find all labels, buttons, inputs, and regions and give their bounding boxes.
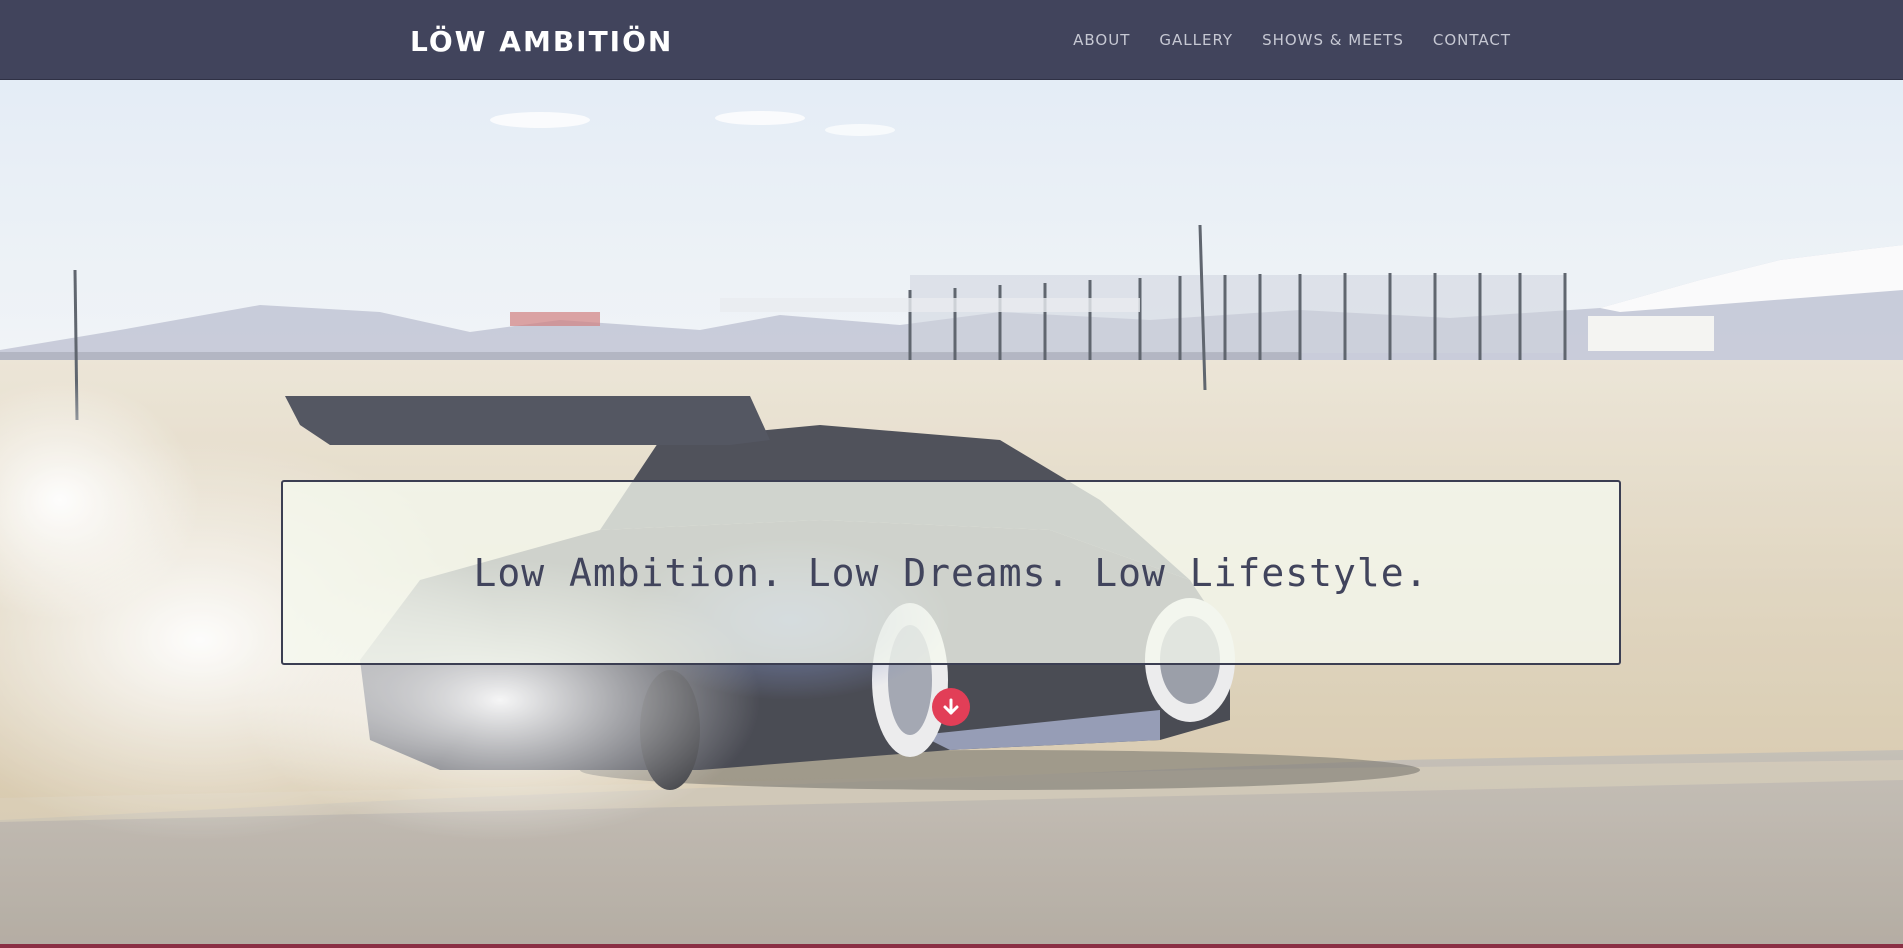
hero-tagline: Low Ambition. Low Dreams. Low Lifestyle. bbox=[473, 550, 1429, 595]
tagline-panel: Low Ambition. Low Dreams. Low Lifestyle. bbox=[281, 480, 1621, 665]
nav-contact[interactable]: CONTACT bbox=[1433, 29, 1511, 51]
main-nav: ABOUT GALLERY SHOWS & MEETS CONTACT bbox=[1073, 29, 1511, 51]
scroll-down-button[interactable] bbox=[932, 688, 970, 726]
bottom-accent-strip bbox=[0, 944, 1903, 948]
nav-about[interactable]: ABOUT bbox=[1073, 29, 1130, 51]
nav-shows-meets[interactable]: SHOWS & MEETS bbox=[1262, 29, 1404, 51]
top-navbar: LÖW AMBITIÖN ABOUT GALLERY SHOWS & MEETS… bbox=[0, 0, 1903, 80]
hero-section: Low Ambition. Low Dreams. Low Lifestyle. bbox=[0, 80, 1903, 948]
nav-gallery[interactable]: GALLERY bbox=[1159, 29, 1233, 51]
brand-logo[interactable]: LÖW AMBITIÖN bbox=[410, 24, 673, 60]
arrow-down-circle-icon bbox=[943, 698, 959, 715]
